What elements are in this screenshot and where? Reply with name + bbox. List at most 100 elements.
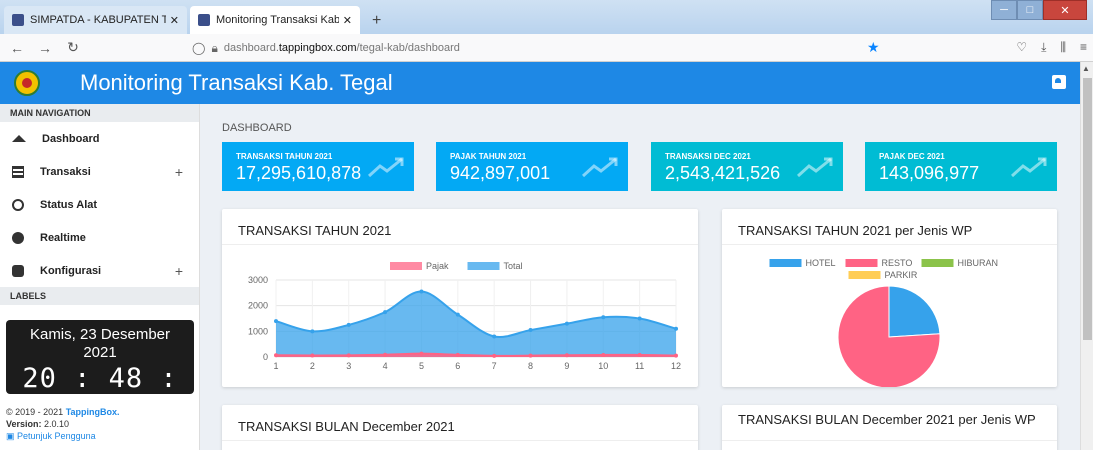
browser-tab-monitoring[interactable]: Monitoring Transaksi Kab. Tegal ✕ bbox=[190, 6, 360, 34]
forward-icon[interactable]: → bbox=[34, 40, 56, 56]
x-tick-label: 6 bbox=[455, 361, 460, 371]
stat-box-pajak-dec: PAJAK DEC 2021 143,096,977 bbox=[865, 142, 1057, 191]
x-tick-label: 7 bbox=[492, 361, 497, 371]
minimize-icon[interactable]: ─ bbox=[991, 0, 1017, 20]
y-tick-label: 0 bbox=[263, 352, 268, 362]
data-point-total bbox=[492, 334, 497, 339]
user-profile-icon[interactable] bbox=[1052, 75, 1066, 89]
trend-up-icon bbox=[582, 157, 618, 178]
x-tick-label: 9 bbox=[564, 361, 569, 371]
legend-label: HIBURAN bbox=[958, 258, 999, 268]
version-line: Version: 2.0.10 bbox=[6, 418, 120, 430]
tab-title: SIMPATDA - KABUPATEN TEGAL bbox=[30, 14, 166, 26]
sidebar-item-transaksi[interactable]: Transaksi + bbox=[0, 155, 199, 188]
legend-label: Pajak bbox=[426, 261, 449, 271]
url-bar[interactable]: ◯ 🔒︎ dashboard. tappingbox.com/tegal-kab/… bbox=[192, 38, 882, 58]
brand-link[interactable]: TappingBox. bbox=[66, 407, 120, 417]
data-point-pajak bbox=[528, 353, 533, 358]
url-domain: tappingbox.com bbox=[278, 42, 357, 54]
series-area-total bbox=[276, 291, 676, 357]
sidebar-item-dashboard[interactable]: Dashboard bbox=[0, 122, 199, 155]
close-tab-icon[interactable]: ✕ bbox=[343, 14, 352, 27]
version-label: Version: bbox=[6, 419, 42, 429]
browser-tab-simpatda[interactable]: SIMPATDA - KABUPATEN TEGAL ✕ bbox=[4, 6, 187, 34]
new-tab-button[interactable]: + bbox=[372, 12, 381, 30]
copyright-line: © 2019 - 2021 TappingBox. bbox=[6, 406, 120, 418]
sidebar-item-label: Konfigurasi bbox=[40, 264, 102, 277]
card-title: TRANSAKSI TAHUN 2021 per Jenis WP bbox=[722, 209, 1057, 245]
labels-header: LABELS bbox=[0, 287, 199, 305]
guide-line[interactable]: ▣ Petunjuk Pengguna bbox=[6, 430, 120, 442]
legend-label: Total bbox=[504, 261, 523, 271]
chart-card-bulan-jenis-wp: TRANSAKSI BULAN December 2021 per Jenis … bbox=[722, 405, 1057, 450]
page-title: DASHBOARD bbox=[222, 122, 292, 134]
card-title: TRANSAKSI TAHUN 2021 bbox=[222, 209, 698, 245]
home-icon bbox=[12, 135, 26, 142]
sidebar: MAIN NAVIGATION Dashboard Transaksi + St… bbox=[0, 104, 200, 450]
bookmark-star-icon[interactable]: ★ bbox=[867, 39, 880, 56]
reload-icon[interactable]: ↻ bbox=[62, 39, 84, 56]
back-icon[interactable]: ← bbox=[6, 40, 28, 56]
list-icon bbox=[12, 165, 24, 178]
x-tick-label: 5 bbox=[419, 361, 424, 371]
data-point-pajak bbox=[383, 352, 388, 357]
x-tick-label: 10 bbox=[598, 361, 608, 371]
data-point-total bbox=[637, 316, 642, 321]
version-value: 2.0.10 bbox=[44, 419, 70, 429]
favicon-icon bbox=[12, 14, 24, 26]
data-point-total bbox=[455, 312, 460, 317]
page-scrollbar[interactable]: ▲ bbox=[1080, 62, 1093, 450]
legend-swatch bbox=[390, 262, 422, 270]
pocket-icon[interactable]: ♡ bbox=[1016, 40, 1027, 55]
trend-up-icon bbox=[368, 157, 404, 178]
sidebar-item-label: Status Alat bbox=[40, 198, 98, 211]
chart-card-transaksi-bulan: TRANSAKSI BULAN December 2021 bbox=[222, 405, 698, 450]
data-point-pajak bbox=[564, 353, 569, 358]
browser-nav-bar: ← → ↻ ◯ 🔒︎ dashboard. tappingbox.com/tega… bbox=[0, 34, 1093, 62]
x-tick-label: 2 bbox=[310, 361, 315, 371]
library-icon[interactable]: ⫼ bbox=[1060, 40, 1066, 55]
logo bbox=[14, 70, 40, 96]
sidebar-footer: © 2019 - 2021 TappingBox. Version: 2.0.1… bbox=[6, 406, 120, 442]
close-tab-icon[interactable]: ✕ bbox=[170, 14, 179, 27]
data-point-total bbox=[601, 315, 606, 320]
stat-box-transaksi-dec: TRANSAKSI DEC 2021 2,543,421,526 bbox=[651, 142, 843, 191]
scroll-up-icon[interactable]: ▲ bbox=[1082, 64, 1090, 73]
scrollbar-thumb[interactable] bbox=[1083, 78, 1092, 340]
guide-link[interactable]: Petunjuk Pengguna bbox=[17, 431, 96, 441]
data-point-total bbox=[528, 328, 533, 333]
pie-slice-hotel bbox=[888, 285, 941, 338]
menu-icon[interactable]: ≡ bbox=[1080, 40, 1087, 55]
sidebar-item-konfigurasi[interactable]: Konfigurasi + bbox=[0, 254, 199, 287]
download-icon[interactable]: ⤓ bbox=[1041, 40, 1046, 55]
clock-widget: Kamis, 23 Desember 2021 20 : 48 : 37 bbox=[6, 320, 194, 425]
stat-box-transaksi-tahun: TRANSAKSI TAHUN 2021 17,295,610,878 bbox=[222, 142, 414, 191]
sidebar-item-realtime[interactable]: Realtime bbox=[0, 221, 199, 254]
trend-up-icon bbox=[797, 157, 833, 178]
url-prefix: dashboard. bbox=[223, 42, 279, 54]
expand-icon[interactable]: + bbox=[175, 164, 183, 180]
copyright-text: © 2019 - 2021 bbox=[6, 407, 66, 417]
close-window-icon[interactable]: ✕ bbox=[1043, 0, 1087, 20]
chart-card-jenis-wp: TRANSAKSI TAHUN 2021 per Jenis WP HOTEL R… bbox=[722, 209, 1057, 387]
maximize-icon[interactable]: □ bbox=[1017, 0, 1043, 20]
lock-icon: 🔒︎ bbox=[211, 40, 218, 55]
data-point-pajak bbox=[492, 353, 497, 358]
data-point-total bbox=[419, 289, 424, 294]
app-title: Monitoring Transaksi Kab. Tegal bbox=[80, 70, 393, 95]
legend-label: HOTEL bbox=[806, 258, 836, 268]
data-point-total bbox=[383, 310, 388, 315]
sidebar-item-label: Realtime bbox=[40, 231, 86, 244]
window-controls: ─ □ ✕ bbox=[991, 0, 1087, 20]
x-tick-label: 4 bbox=[383, 361, 388, 371]
book-icon: ▣ bbox=[6, 431, 15, 441]
data-point-pajak bbox=[310, 353, 315, 358]
url-path: /tegal-kab/dashboard bbox=[356, 42, 460, 54]
card-title: TRANSAKSI BULAN December 2021 per Jenis … bbox=[722, 405, 1057, 441]
sidebar-item-label: Dashboard bbox=[42, 132, 100, 145]
gear-icon bbox=[12, 264, 24, 277]
clock-date: Kamis, 23 Desember 2021 bbox=[6, 320, 194, 362]
legend-swatch bbox=[848, 271, 881, 279]
expand-icon[interactable]: + bbox=[175, 263, 183, 279]
sidebar-item-status-alat[interactable]: Status Alat bbox=[0, 188, 199, 221]
